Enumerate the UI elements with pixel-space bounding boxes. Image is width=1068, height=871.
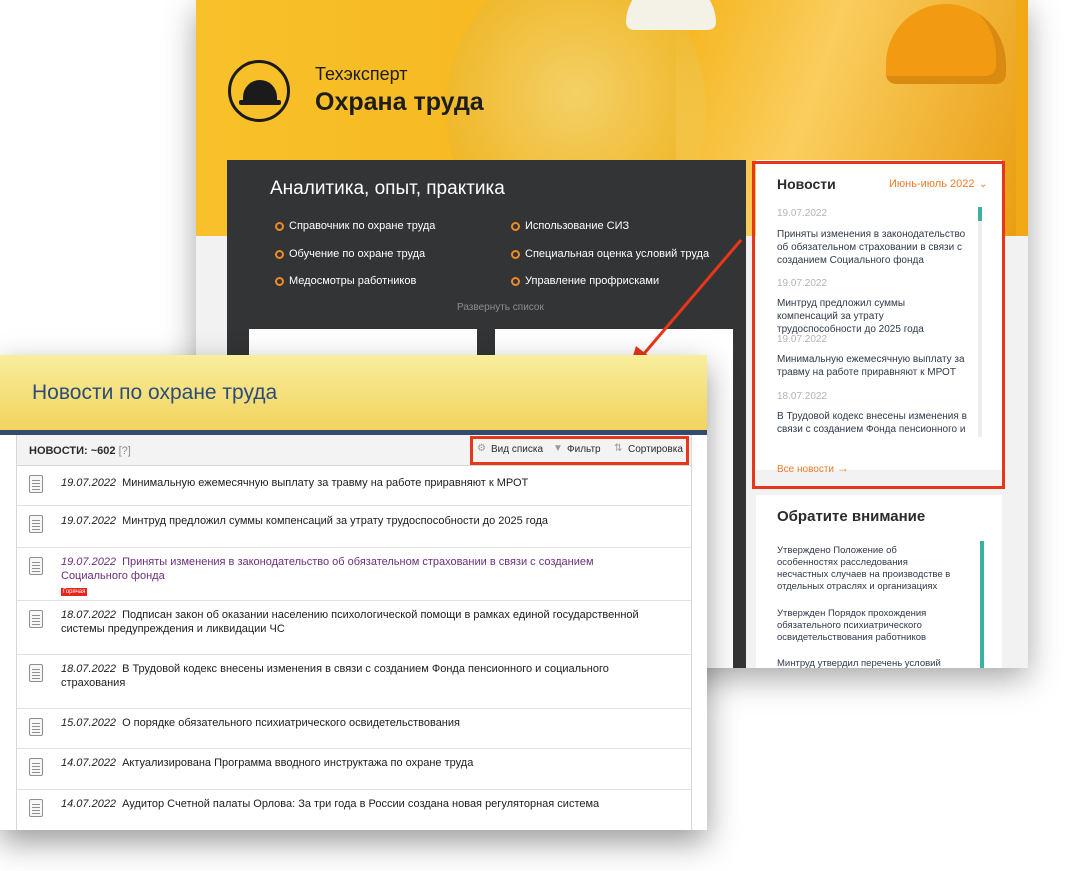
- news-row[interactable]: 15.07.2022 О порядке обязательного психиа…: [17, 709, 691, 749]
- document-icon: [29, 610, 43, 628]
- news-list: НОВОСТИ: ~602 [?] ⚙ Вид списка ▼ Фильтр ⇅ С…: [16, 435, 692, 830]
- news-count: НОВОСТИ: ~602 [?]: [29, 445, 131, 457]
- news-page-header: Новости по охране труда: [0, 355, 707, 430]
- news-row-hot[interactable]: 19.07.2022 Приняты изменения в законодате…: [17, 548, 691, 601]
- document-icon: [29, 557, 43, 575]
- news-row[interactable]: 19.07.2022 Минимальную ежемесячную выплат…: [17, 466, 691, 506]
- hot-badge: Горячая: [61, 588, 88, 596]
- news-row[interactable]: 18.07.2022 В Трудовой кодекс внесены изме…: [17, 655, 691, 709]
- news-row[interactable]: 19.07.2022 Минтруд предложил суммы компен…: [17, 506, 691, 548]
- toolbar-highlight: [470, 436, 689, 465]
- news-page-title: Новости по охране труда: [32, 381, 278, 404]
- help-link[interactable]: [?]: [119, 445, 131, 457]
- document-icon: [29, 799, 43, 817]
- document-icon: [29, 758, 43, 776]
- news-list-page: Новости по охране труда НОВОСТИ: ~602 [?…: [0, 355, 707, 830]
- news-row[interactable]: 14.07.2022 Аудитор Счетной палаты Орлова:…: [17, 790, 691, 829]
- document-icon: [29, 718, 43, 736]
- document-icon: [29, 664, 43, 682]
- news-row[interactable]: 18.07.2022 Подписан закон об оказании нас…: [17, 601, 691, 655]
- document-icon: [29, 475, 43, 493]
- document-icon: [29, 515, 43, 533]
- news-row[interactable]: 14.07.2022 Актуализирована Программа ввод…: [17, 749, 691, 790]
